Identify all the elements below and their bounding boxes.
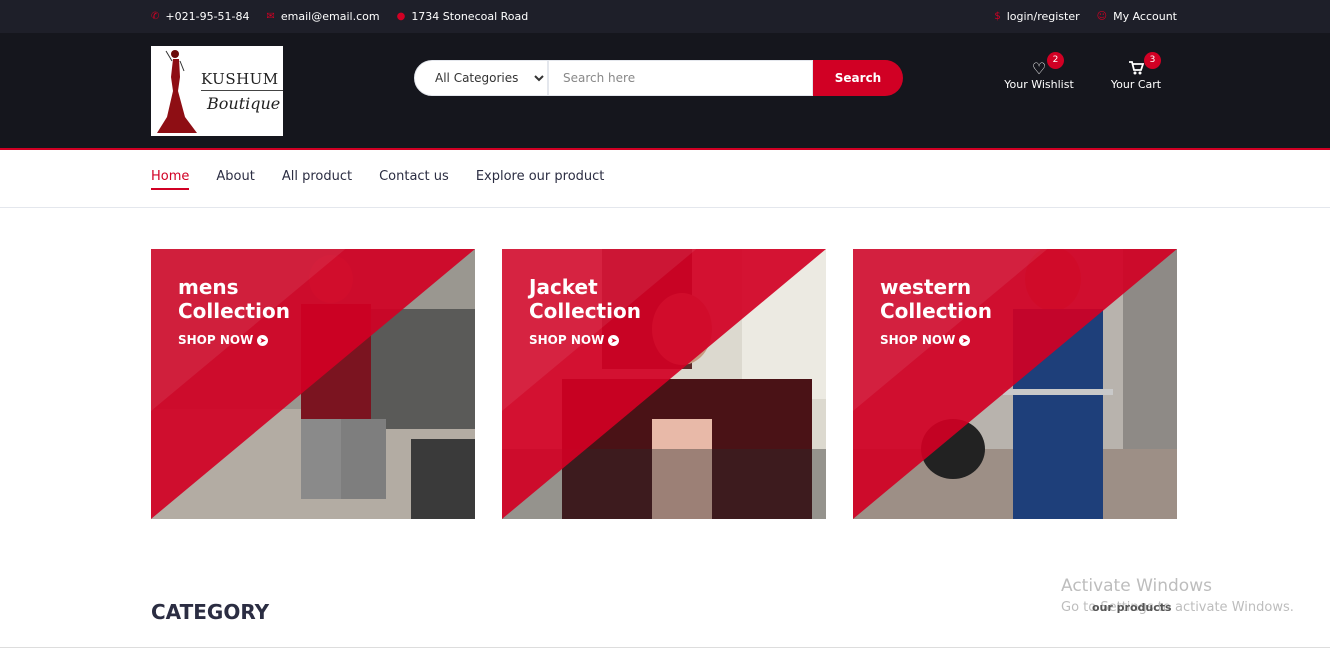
cart-label: Your Cart (1110, 78, 1162, 91)
email-link[interactable]: ✉ email@email.com (267, 10, 380, 23)
collection-card-mens[interactable]: mens Collection SHOP NOW ➤ (151, 249, 475, 519)
wishlist-count-badge: 2 (1047, 52, 1064, 69)
collection-card-jacket[interactable]: Jacket Collection SHOP NOW ➤ (502, 249, 826, 519)
logo-subtitle: Boutique (207, 93, 281, 113)
arrow-circle-right-icon: ➤ (257, 334, 269, 346)
nav-item-home[interactable]: Home (151, 169, 190, 190)
collection-title: Jacket Collection (529, 275, 641, 323)
collection-title: mens Collection (178, 275, 290, 323)
search-button[interactable]: Search (813, 60, 903, 96)
nav-item-about[interactable]: About (216, 169, 254, 190)
collection-cards: mens Collection SHOP NOW ➤ Jacket Collec… (151, 249, 1177, 519)
category-select[interactable]: All Categories (414, 60, 548, 96)
map-marker-icon: ● (396, 10, 406, 22)
contact-links: ✆ +021-95-51-84 ✉ email@email.com ● 1734… (151, 10, 528, 23)
section-divider (0, 647, 1330, 648)
collection-card-western[interactable]: western Collection SHOP NOW ➤ (853, 249, 1177, 519)
top-bar: ✆ +021-95-51-84 ✉ email@email.com ● 1734… (0, 0, 1330, 33)
phone-link[interactable]: ✆ +021-95-51-84 (151, 10, 250, 23)
logo-title: KUSHUM (201, 69, 279, 88)
address-link[interactable]: ● 1734 Stonecoal Road (397, 10, 529, 23)
arrow-circle-right-icon: ➤ (608, 334, 620, 346)
shop-now-link[interactable]: SHOP NOW ➤ (529, 333, 641, 347)
collection-title: western Collection (880, 275, 992, 323)
user-icon: ☺ (1096, 10, 1108, 22)
wishlist-label: Your Wishlist (1004, 78, 1074, 91)
dress-logo-icon (157, 50, 197, 133)
arrow-circle-right-icon: ➤ (959, 334, 971, 346)
logo-divider (201, 89, 283, 91)
nav-item-explore[interactable]: Explore our product (476, 169, 605, 190)
cart-link[interactable]: Your Cart 3 (1108, 52, 1164, 91)
shop-now-link[interactable]: SHOP NOW ➤ (880, 333, 992, 347)
main-header: KUSHUM Boutique All Categories Search ♡ … (0, 33, 1330, 150)
account-links: $ login/register ☺ My Account (994, 10, 1177, 23)
login-link[interactable]: $ login/register (994, 10, 1079, 23)
search-bar: All Categories Search (414, 60, 903, 96)
wishlist-link[interactable]: ♡ Your Wishlist 2 (1001, 52, 1077, 91)
search-input[interactable] (548, 60, 813, 96)
dollar-icon: $ (994, 10, 1001, 22)
cart-count-badge: 3 (1144, 52, 1161, 69)
cart-icon (1129, 61, 1144, 75)
logo[interactable]: KUSHUM Boutique (151, 46, 283, 136)
heart-icon: ♡ (1031, 59, 1047, 78)
our-products-label[interactable]: our products (1092, 601, 1172, 614)
nav-item-all-product[interactable]: All product (282, 169, 352, 190)
main-nav: Home About All product Contact us Explor… (0, 150, 1330, 208)
envelope-icon: ✉ (266, 10, 275, 22)
nav-item-contact-us[interactable]: Contact us (379, 169, 449, 190)
category-heading: CATEGORY (151, 600, 270, 624)
phone-icon: ✆ (151, 10, 160, 22)
my-account-link[interactable]: ☺ My Account (1097, 10, 1177, 23)
nav-list: Home About All product Contact us Explor… (151, 150, 1177, 190)
shop-now-link[interactable]: SHOP NOW ➤ (178, 333, 290, 347)
